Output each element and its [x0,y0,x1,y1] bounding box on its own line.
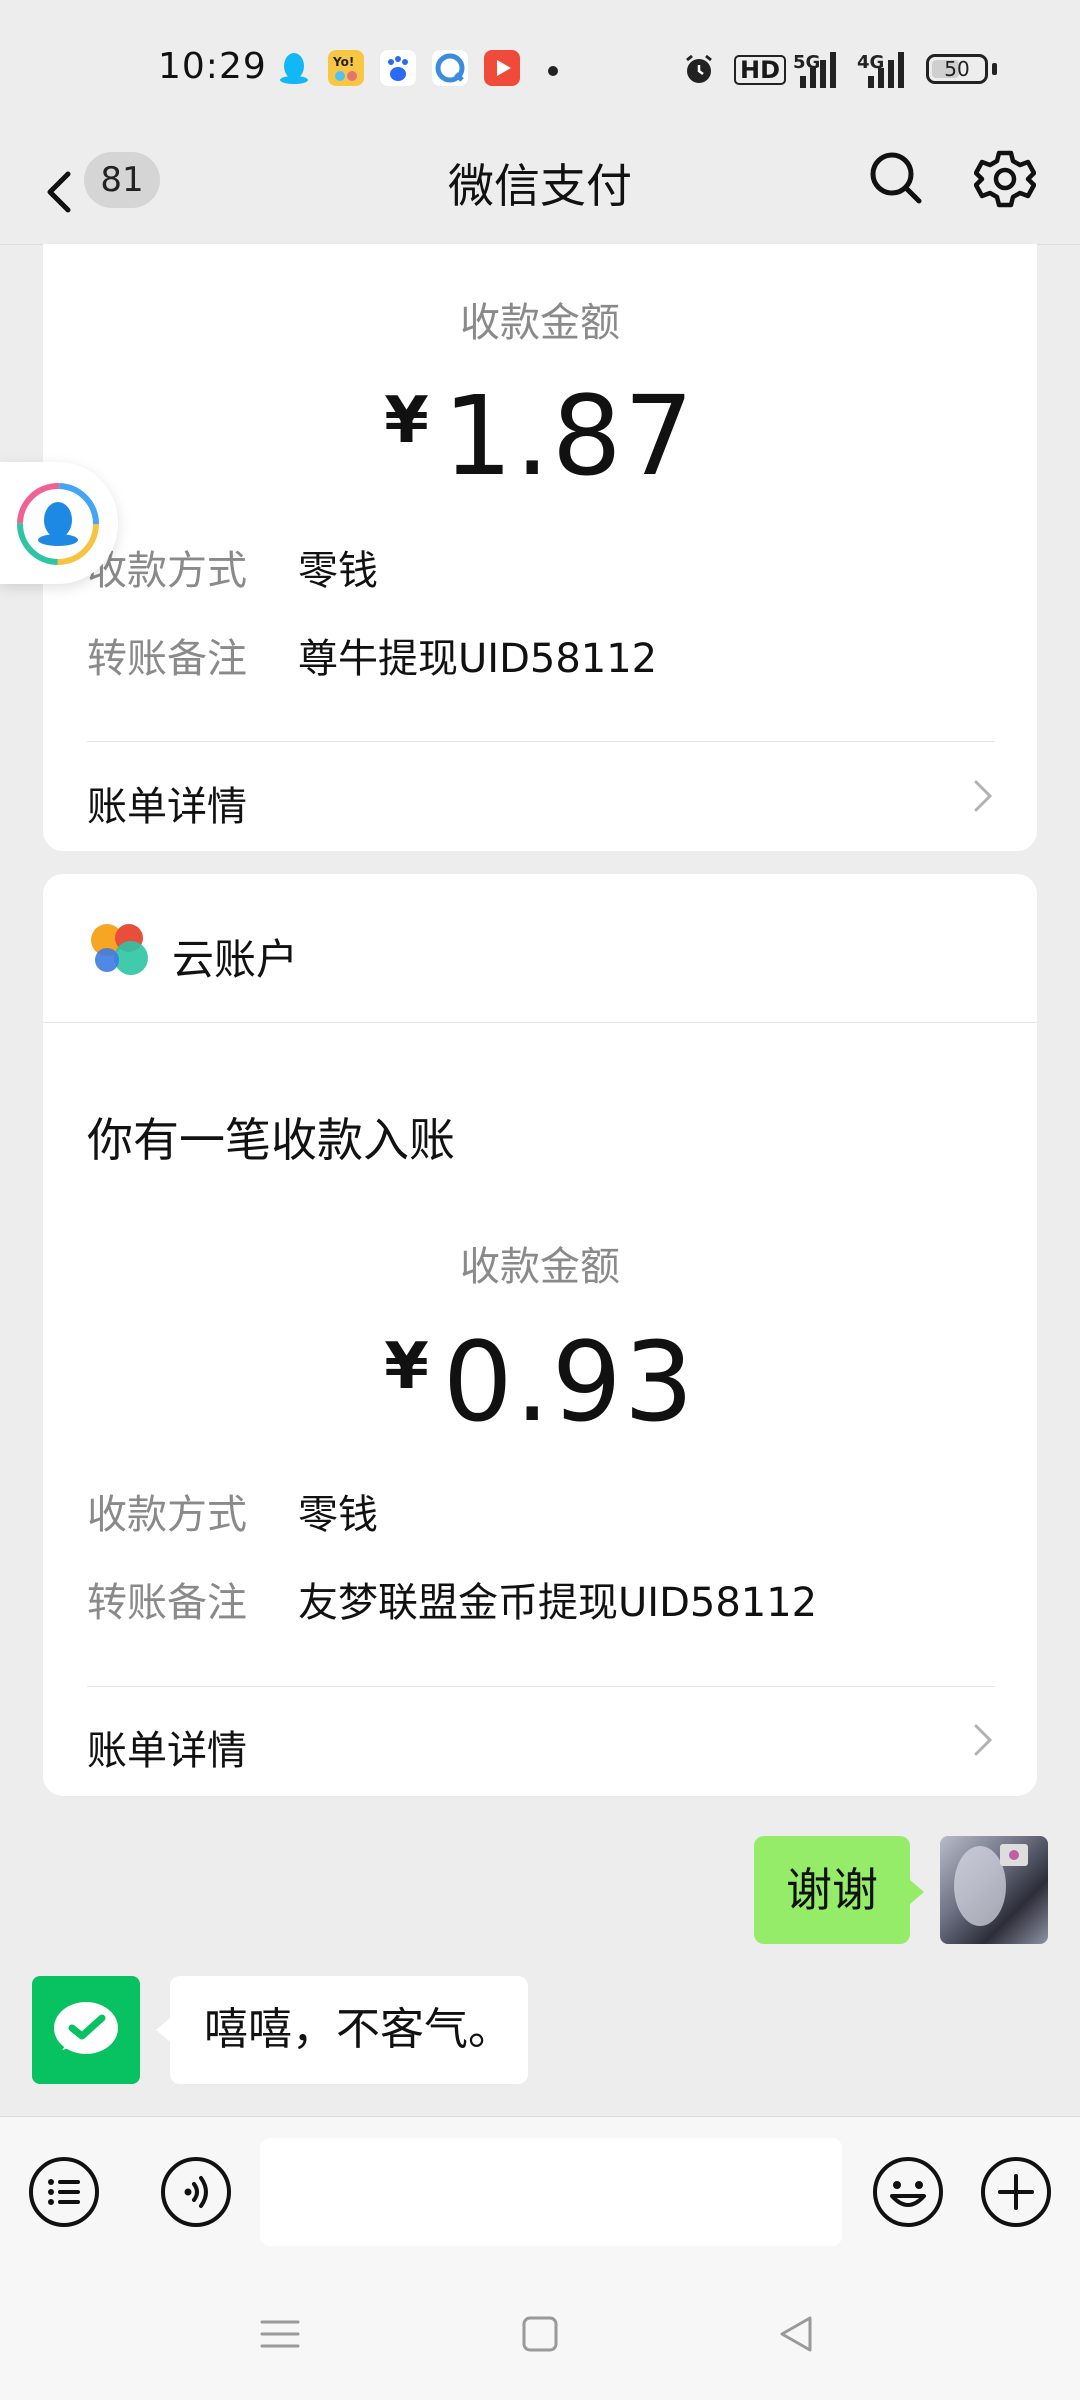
notification-dot [548,66,558,76]
search-icon[interactable] [868,150,924,206]
message-input[interactable] [260,2138,842,2246]
amount-value: ¥1.87 [43,372,1037,500]
divider [87,741,995,742]
browser-icon [432,50,468,86]
home-icon[interactable] [518,2312,562,2356]
note-label: 转账备注 [87,1580,247,1626]
avatar[interactable] [940,1836,1048,1944]
recent-apps-icon[interactable] [258,2312,302,2356]
my-bubble-tail [910,1880,924,1904]
battery-tip [992,63,997,75]
back-nav-icon[interactable] [774,2312,818,2356]
emoji-icon[interactable] [872,2156,944,2228]
amount-label: 收款金额 [460,1244,620,1290]
battery-icon: 50 [926,54,988,84]
baidu-icon [380,50,416,86]
method-value: 零钱 [298,1492,378,1538]
gear-icon[interactable] [973,148,1037,210]
voice-icon[interactable] [160,2156,232,2228]
yo-app-icon: Yo! [328,50,364,86]
floating-assistant-button[interactable] [0,462,118,584]
reply-message-bubble[interactable]: 嘻嘻，不客气。 [170,1976,528,2084]
cloud-account-logo-icon [87,918,149,980]
hd-badge: HD [734,55,787,85]
account-name: 云账户 [172,935,299,984]
bill-detail-link[interactable]: 账单详情 [87,774,247,832]
note-value: 尊牛提现UID58112 [298,636,658,682]
method-value: 零钱 [298,548,378,594]
currency-symbol: ¥ [384,1330,429,1404]
method-label: 收款方式 [87,1492,247,1538]
signal-bars-icon [800,52,844,88]
chevron-right-icon [972,1720,996,1760]
card-header-divider [43,1022,1037,1023]
signal-bars-2-icon [868,52,912,88]
note-label: 转账备注 [87,636,247,682]
svg-text:Yo!: Yo! [332,55,354,69]
status-time: 10:29 [158,46,267,87]
qq-icon [276,50,312,86]
chevron-right-icon [972,776,996,816]
currency-symbol: ¥ [384,384,429,458]
wechat-pay-avatar-icon[interactable] [32,1976,140,2084]
amount-label: 收款金额 [460,300,620,346]
menu-list-icon[interactable] [28,2156,100,2228]
alarm-icon [682,52,716,86]
video-icon [484,50,520,86]
amount-number: 1.87 [442,372,696,500]
reply-bubble-tail [156,2018,170,2042]
bill-detail-link[interactable]: 账单详情 [87,1718,247,1776]
divider [87,1686,995,1687]
note-value: 友梦联盟金币提现UID58112 [298,1580,818,1626]
amount-value: ¥0.93 [43,1318,1037,1446]
payment-notice: 你有一笔收款入账 [87,1113,455,1167]
plus-icon[interactable] [980,2156,1052,2228]
my-message-bubble[interactable]: 谢谢 [754,1836,910,1944]
amount-number: 0.93 [442,1318,696,1446]
battery-level: 50 [944,57,970,81]
